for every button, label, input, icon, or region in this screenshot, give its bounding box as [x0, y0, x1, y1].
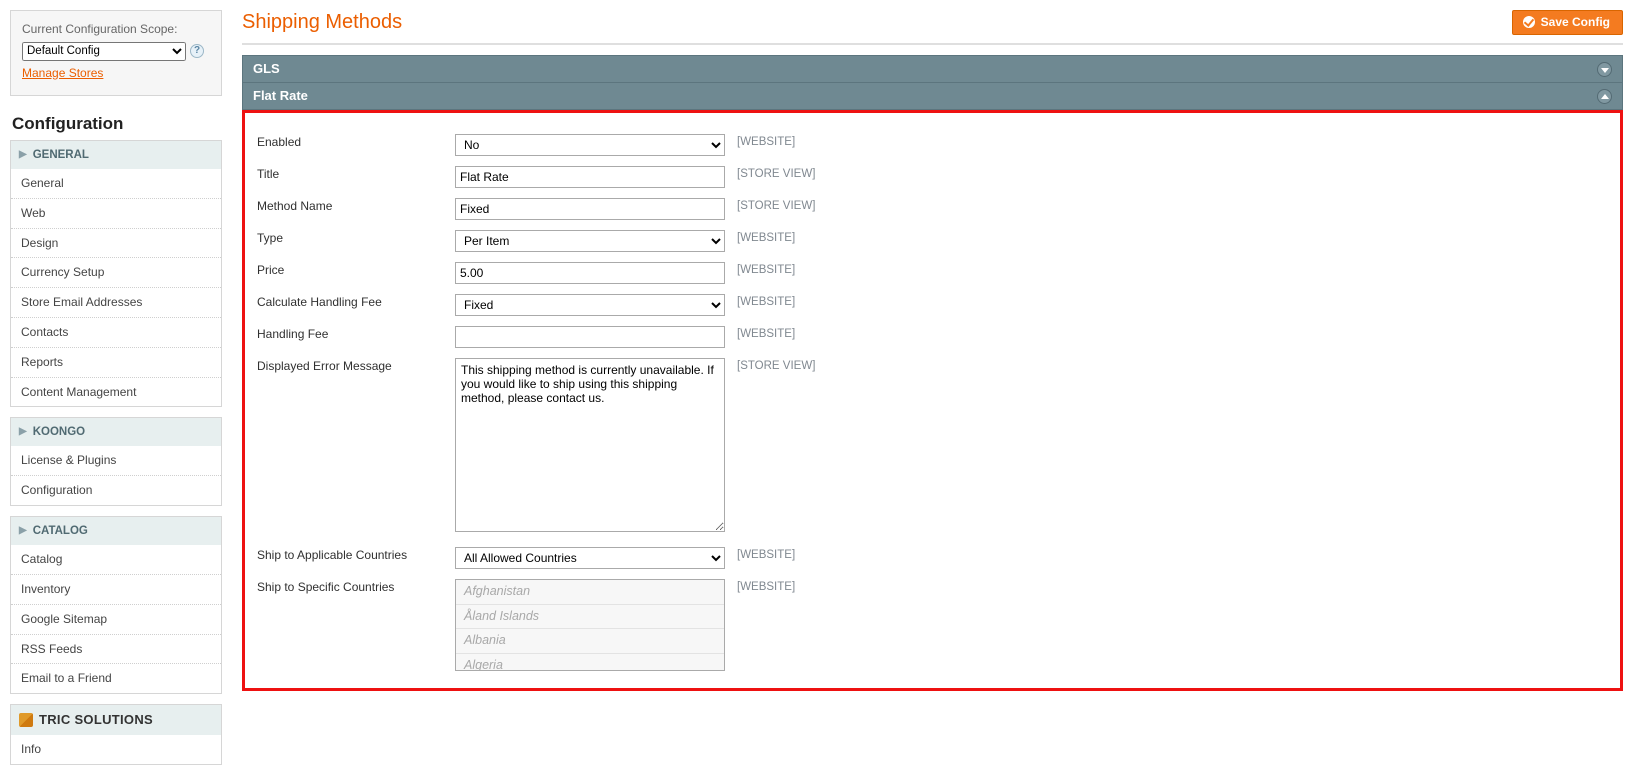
field-row-calc: Calculate Handling Fee Fixed [WEBSITE]: [251, 291, 1608, 323]
title-field[interactable]: [455, 166, 725, 188]
accordion-gls[interactable]: GLS: [242, 55, 1623, 83]
field-label: Displayed Error Message: [251, 355, 449, 544]
nav-item[interactable]: Configuration: [11, 475, 221, 505]
handling-fee-field[interactable]: [455, 326, 725, 348]
nav-head-label: GENERAL: [33, 147, 89, 163]
field-label: Enabled: [251, 131, 449, 163]
nav-item[interactable]: Reports: [11, 347, 221, 377]
error-message-textarea[interactable]: [455, 358, 725, 532]
nav-head-label: KOONGO: [33, 424, 85, 440]
type-select[interactable]: Per Item: [455, 230, 725, 252]
nav-item[interactable]: Email to a Friend: [11, 663, 221, 693]
country-option[interactable]: Afghanistan: [456, 580, 724, 605]
field-row-type: Type Per Item [WEBSITE]: [251, 227, 1608, 259]
chevron-right-icon: ▶: [19, 524, 27, 538]
field-row-enabled: Enabled No [WEBSITE]: [251, 131, 1608, 163]
field-row-method: Method Name [STORE VIEW]: [251, 195, 1608, 227]
nav-item[interactable]: Contacts: [11, 317, 221, 347]
chevron-up-icon: [1597, 89, 1612, 104]
manage-stores-link[interactable]: Manage Stores: [22, 65, 103, 82]
nav-item[interactable]: Design: [11, 228, 221, 258]
field-row-handling: Handling Fee [WEBSITE]: [251, 323, 1608, 355]
method-name-field[interactable]: [455, 198, 725, 220]
nav-item[interactable]: Currency Setup: [11, 257, 221, 287]
scope-badge: [WEBSITE]: [731, 323, 1608, 355]
nav-item[interactable]: Catalog: [11, 545, 221, 574]
scope-badge: [WEBSITE]: [731, 131, 1608, 163]
country-option[interactable]: Algeria: [456, 654, 724, 672]
check-icon: [1523, 16, 1535, 28]
nav-item[interactable]: License & Plugins: [11, 446, 221, 475]
nav-head-catalog[interactable]: ▶ CATALOG: [11, 517, 221, 545]
nav-head-tric[interactable]: TRIC SOLUTIONS: [11, 705, 221, 735]
page-title: Shipping Methods: [242, 11, 402, 34]
save-button-label: Save Config: [1541, 15, 1610, 29]
field-row-error: Displayed Error Message [STORE VIEW]: [251, 355, 1608, 544]
nav-item[interactable]: General: [11, 169, 221, 198]
accordion-label: Flat Rate: [253, 87, 308, 105]
field-label: Type: [251, 227, 449, 259]
sidebar-title: Configuration: [12, 114, 222, 134]
country-option[interactable]: Åland Islands: [456, 605, 724, 630]
accordion-flat-rate[interactable]: Flat Rate: [242, 83, 1623, 110]
applicable-countries-select[interactable]: All Allowed Countries: [455, 547, 725, 569]
scope-badge: [WEBSITE]: [731, 227, 1608, 259]
field-label: Calculate Handling Fee: [251, 291, 449, 323]
nav-item[interactable]: RSS Feeds: [11, 634, 221, 664]
scope-badge: [WEBSITE]: [731, 576, 1608, 678]
nav-item[interactable]: Inventory: [11, 574, 221, 604]
nav-section-catalog: ▶ CATALOG Catalog Inventory Google Sitem…: [10, 516, 222, 694]
nav-section-general: ▶ GENERAL General Web Design Currency Se…: [10, 140, 222, 407]
help-icon[interactable]: ?: [190, 44, 204, 58]
save-config-button[interactable]: Save Config: [1512, 10, 1623, 35]
country-option[interactable]: Albania: [456, 629, 724, 654]
field-label: Ship to Applicable Countries: [251, 544, 449, 576]
scope-badge: [STORE VIEW]: [731, 163, 1608, 195]
nav-item[interactable]: Google Sitemap: [11, 604, 221, 634]
field-label: Method Name: [251, 195, 449, 227]
field-label: Handling Fee: [251, 323, 449, 355]
scope-badge: [WEBSITE]: [731, 291, 1608, 323]
nav-section-koongo: ▶ KOONGO License & Plugins Configuration: [10, 417, 222, 506]
nav-item[interactable]: Info: [11, 735, 221, 764]
accordion-label: GLS: [253, 60, 280, 78]
nav-head-general[interactable]: ▶ GENERAL: [11, 141, 221, 169]
tric-logo-icon: [19, 713, 33, 727]
nav-section-tric: TRIC SOLUTIONS Info: [10, 704, 222, 765]
field-label: Title: [251, 163, 449, 195]
scope-badge: [WEBSITE]: [731, 544, 1608, 576]
main-content: Shipping Methods Save Config GLS Flat Ra…: [222, 0, 1633, 775]
scope-select[interactable]: Default Config: [22, 42, 186, 61]
nav-item[interactable]: Content Management: [11, 377, 221, 407]
field-row-applicable: Ship to Applicable Countries All Allowed…: [251, 544, 1608, 576]
field-row-price: Price [WEBSITE]: [251, 259, 1608, 291]
flat-rate-pane: Enabled No [WEBSITE] Title [STORE VIEW] …: [242, 110, 1623, 691]
chevron-right-icon: ▶: [19, 148, 27, 162]
sidebar: Current Configuration Scope: Default Con…: [0, 0, 222, 775]
enabled-select[interactable]: No: [455, 134, 725, 156]
chevron-right-icon: ▶: [19, 425, 27, 439]
chevron-down-icon: [1597, 62, 1612, 77]
specific-countries-multiselect[interactable]: Afghanistan Åland Islands Albania Algeri…: [455, 579, 725, 671]
nav-item[interactable]: Store Email Addresses: [11, 287, 221, 317]
scope-label: Current Configuration Scope:: [22, 21, 210, 38]
nav-head-label: TRIC SOLUTIONS: [39, 711, 153, 729]
nav-head-koongo[interactable]: ▶ KOONGO: [11, 418, 221, 446]
scope-badge: [STORE VIEW]: [731, 355, 1608, 544]
calc-handling-select[interactable]: Fixed: [455, 294, 725, 316]
nav-item[interactable]: Web: [11, 198, 221, 228]
field-label: Price: [251, 259, 449, 291]
scope-badge: [STORE VIEW]: [731, 195, 1608, 227]
field-row-specific: Ship to Specific Countries Afghanistan Å…: [251, 576, 1608, 678]
scope-badge: [WEBSITE]: [731, 259, 1608, 291]
scope-box: Current Configuration Scope: Default Con…: [10, 10, 222, 96]
divider: [242, 43, 1623, 45]
price-field[interactable]: [455, 262, 725, 284]
nav-head-label: CATALOG: [33, 523, 88, 539]
field-row-title: Title [STORE VIEW]: [251, 163, 1608, 195]
field-label: Ship to Specific Countries: [251, 576, 449, 678]
